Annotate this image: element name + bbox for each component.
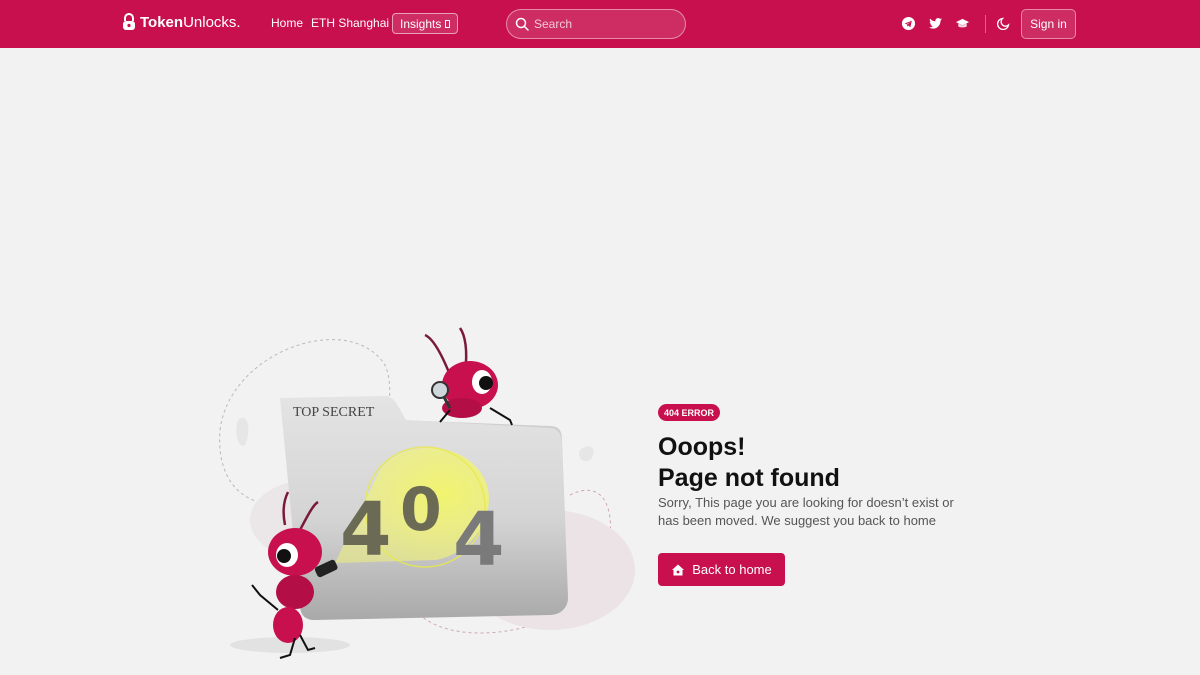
back-to-home-label: Back to home	[692, 562, 772, 577]
svg-text:4: 4	[453, 497, 505, 583]
error-description: Sorry, This page you are looking for doe…	[658, 495, 954, 528]
error-illustration: TOP SECRET 4 0 4	[219, 327, 635, 659]
missing-glyph-icon	[445, 19, 451, 28]
header-divider	[985, 15, 986, 33]
error-badge: 404 ERROR	[658, 404, 721, 421]
logo-text-bold: Token	[140, 13, 184, 31]
moon-icon[interactable]	[997, 16, 1011, 30]
insights-button[interactable]: Insights	[392, 13, 459, 34]
logo-text-light: Unlocks.	[183, 13, 241, 31]
graduation-cap-icon[interactable]	[955, 16, 970, 31]
svg-text:0: 0	[400, 475, 442, 545]
search-bar[interactable]	[506, 9, 686, 39]
home-icon	[672, 564, 685, 575]
nav-home-link[interactable]: Home	[271, 16, 303, 30]
title-line-2: Page not found	[658, 464, 840, 492]
nav-eth-shanghai-link[interactable]: ETH Shanghai	[311, 16, 389, 30]
lock-logo-icon	[123, 13, 135, 30]
search-icon	[515, 17, 529, 31]
page-title: Ooops! Page not found	[658, 432, 840, 494]
search-input[interactable]	[534, 17, 674, 31]
insights-label: Insights	[400, 16, 442, 31]
telegram-icon[interactable]	[901, 16, 916, 31]
svg-text:4: 4	[340, 487, 389, 573]
title-line-1: Ooops!	[658, 433, 746, 461]
svg-text:TOP SECRET: TOP SECRET	[293, 405, 375, 420]
logo[interactable]: Token Unlocks.	[122, 13, 241, 31]
back-to-home-button[interactable]: Back to home	[658, 553, 785, 586]
sign-in-button[interactable]: Sign in	[1021, 9, 1076, 39]
twitter-icon[interactable]	[928, 16, 943, 31]
top-nav-bar: Token Unlocks. Home ETH Shanghai Insights…	[0, 0, 1200, 48]
ant-with-magnifier	[424, 327, 513, 426]
